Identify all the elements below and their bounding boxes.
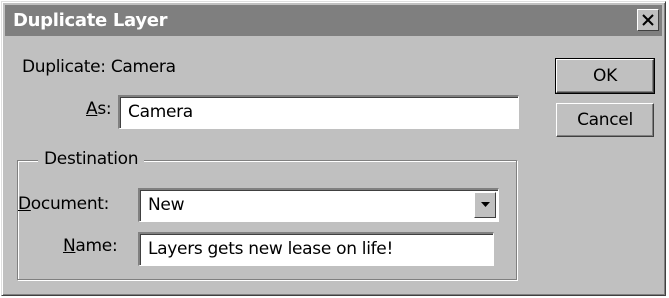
name-label-accelerator: N [63, 236, 76, 256]
document-select[interactable]: New [138, 188, 499, 222]
as-label-accelerator: A [86, 99, 98, 119]
duplicate-source-label: Duplicate: Camera [22, 57, 176, 77]
as-input[interactable]: Camera [118, 95, 519, 129]
name-input[interactable]: Layers gets new lease on life! [138, 232, 494, 266]
document-label-text: ocument: [30, 194, 110, 214]
as-label: As: [86, 99, 112, 119]
document-dropdown-button[interactable] [474, 192, 496, 218]
dialog-title: Duplicate Layer [13, 10, 168, 31]
duplicate-layer-dialog: Duplicate Layer Duplicate: Camera As: Ca… [1, 1, 666, 296]
document-label-accelerator: D [18, 194, 31, 214]
document-label: Document: [18, 194, 109, 214]
cancel-button[interactable]: Cancel [556, 103, 654, 137]
destination-legend: Destination [38, 149, 145, 169]
duplicate-layer-name: Camera [110, 57, 176, 77]
ok-button[interactable]: OK [555, 58, 655, 94]
name-label: Name: [63, 236, 118, 256]
close-button[interactable] [637, 9, 659, 31]
name-label-text: ame: [75, 236, 118, 256]
title-bar[interactable]: Duplicate Layer [5, 5, 662, 36]
chevron-down-icon [481, 202, 490, 207]
close-icon [642, 14, 654, 26]
as-label-text: s: [97, 99, 112, 119]
duplicate-prefix: Duplicate: [22, 57, 111, 77]
document-selected-value: New [148, 195, 185, 215]
